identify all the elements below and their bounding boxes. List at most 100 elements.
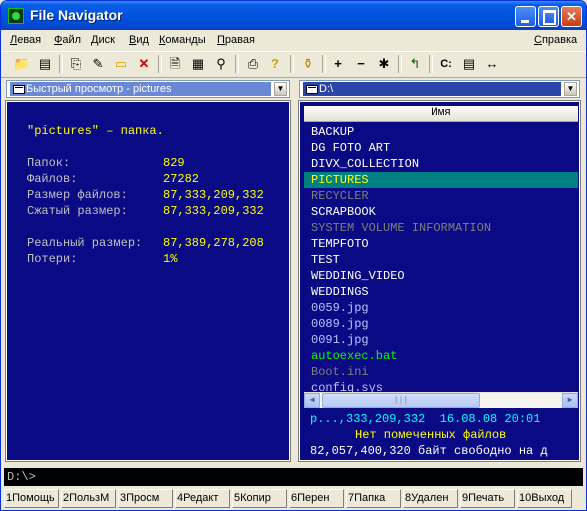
menu-view[interactable]: Вид <box>129 34 149 46</box>
file-info-status: p...,333,209,332 16.08.08 20:01 <box>310 412 541 426</box>
file-row[interactable]: WEDDINGS <box>304 284 578 300</box>
fkey-8-button[interactable]: 8Удален <box>403 489 458 508</box>
fkey-label: Редакт <box>183 492 219 504</box>
select-minus-icon[interactable]: − <box>352 55 370 73</box>
fkey-3-button[interactable]: 3Просм <box>118 489 173 508</box>
left-panel-header[interactable]: Быстрый просмотр - pictures ▼ <box>6 80 290 98</box>
drive-icon[interactable]: C: <box>437 55 455 73</box>
file-row[interactable]: autoexec.bat <box>304 348 578 364</box>
find-icon[interactable]: ⚲ <box>212 55 230 73</box>
menu-disk[interactable]: Диск <box>91 34 115 46</box>
stat-label: Файлов: <box>27 172 78 186</box>
stat-value: 27282 <box>163 172 200 186</box>
scroll-left-icon[interactable]: ◀ <box>304 393 320 408</box>
fkey-9-button[interactable]: 9Печать <box>460 489 515 508</box>
stat-label: Сжатый размер: <box>27 204 128 218</box>
fkey-number: 10 <box>519 492 532 504</box>
file-row-selected[interactable]: PICTURES <box>304 172 578 188</box>
toolbar-separator <box>429 55 433 73</box>
file-row[interactable]: DIVX_COLLECTION <box>304 156 578 172</box>
fkey-5-button[interactable]: 5Копир <box>232 489 287 508</box>
stat-value: 1% <box>163 252 178 266</box>
menu-file[interactable]: Файл <box>54 34 81 46</box>
select-plus-icon[interactable]: + <box>329 55 347 73</box>
command-prompt: D:\> <box>7 470 36 484</box>
fkey-2-button[interactable]: 2ПользМ <box>61 489 116 508</box>
fkey-label: Удален <box>411 492 449 504</box>
rename-icon[interactable]: ✎ <box>89 55 107 73</box>
file-list[interactable]: Имя BACKUP DG FOTO ART DIVX_COLLECTION PICT… <box>304 106 578 412</box>
toolbar-separator <box>398 55 402 73</box>
file-row[interactable]: SCRAPBOOK <box>304 204 578 220</box>
folder-icon[interactable]: ▭ <box>112 55 130 73</box>
menu-right[interactable]: Правая <box>217 34 255 46</box>
function-key-bar: 1Помощь 2ПользМ 3Просм 4Редакт 5Копир 6Перен 7… <box>4 489 583 509</box>
file-row[interactable]: BACKUP <box>304 124 578 140</box>
minimize-button[interactable] <box>515 6 536 27</box>
delete-icon[interactable]: ✕ <box>135 55 153 73</box>
copy-to-icon[interactable]: ⎘ <box>67 55 85 73</box>
file-row[interactable]: TEMPFOTO <box>304 236 578 252</box>
file-list-panel[interactable]: Имя BACKUP DG FOTO ART DIVX_COLLECTION PICT… <box>298 100 581 462</box>
free-space-status: 82,057,400,320 байт свободно на д <box>310 444 548 458</box>
title-bar[interactable]: File Navigator ✕ <box>1 1 586 30</box>
menu-commands[interactable]: Команды <box>159 34 206 46</box>
right-dropdown-arrow[interactable]: ▼ <box>564 82 577 96</box>
right-panel-drive: D:\ <box>303 82 561 96</box>
compress-icon[interactable]: ▦ <box>189 55 207 73</box>
right-panel-header[interactable]: D:\ ▼ <box>299 80 580 98</box>
window-icon <box>306 85 318 94</box>
new-folder-icon[interactable]: 📁 <box>13 55 31 73</box>
left-dropdown-arrow[interactable]: ▼ <box>274 82 287 96</box>
fkey-label: Выход <box>531 492 565 504</box>
stat-value: 87,333,209,332 <box>163 188 264 202</box>
toolbar-separator <box>235 55 239 73</box>
file-row[interactable]: 0059.jpg <box>304 300 578 316</box>
fkey-label: Просм <box>126 492 160 504</box>
quick-view-info: "pictures" – папка. <box>27 124 164 138</box>
toolbar-separator <box>290 55 294 73</box>
stat-value: 87,333,209,332 <box>163 204 264 218</box>
file-row[interactable]: WEDDING_VIDEO <box>304 268 578 284</box>
scroll-thumb[interactable]: ||| <box>322 393 480 408</box>
command-line[interactable]: D:\> <box>4 468 583 486</box>
swap-panels-icon[interactable]: ↔ <box>483 55 501 73</box>
parent-dir-icon[interactable]: ↰ <box>406 55 424 73</box>
column-header-name[interactable]: Имя <box>304 106 578 122</box>
fkey-10-button[interactable]: 10Выход <box>517 489 572 508</box>
fkey-label: Помощь <box>12 492 55 504</box>
file-row[interactable]: Boot.ini <box>304 364 578 380</box>
fkey-7-button[interactable]: 7Папка <box>346 489 401 508</box>
left-panel-title: Быстрый просмотр - pictures <box>10 82 271 96</box>
view-file-icon[interactable]: 🗎 <box>166 55 184 73</box>
maximize-button[interactable] <box>538 6 559 27</box>
file-row[interactable]: 0089.jpg <box>304 316 578 332</box>
quick-view-panel[interactable]: "pictures" – папка. Папок: 829 Файлов: 2… <box>5 100 291 462</box>
file-row[interactable]: 0091.jpg <box>304 332 578 348</box>
file-row[interactable]: SYSTEM VOLUME INFORMATION <box>304 220 578 236</box>
file-navigator-window: File Navigator ✕ Левая Файл Диск Вид Ком… <box>0 0 587 511</box>
stat-value: 829 <box>163 156 185 170</box>
panel-icon[interactable]: ▤ <box>460 55 478 73</box>
help-icon[interactable]: ? <box>266 55 284 73</box>
fkey-1-button[interactable]: 1Помощь <box>4 489 59 508</box>
menu-help[interactable]: Справка <box>534 34 577 46</box>
fkey-label: Печать <box>468 492 505 504</box>
fkey-4-button[interactable]: 4Редакт <box>175 489 230 508</box>
invert-selection-icon[interactable]: ✱ <box>375 55 393 73</box>
toolbar-separator <box>59 55 63 73</box>
menu-left[interactable]: Левая <box>10 34 41 46</box>
file-row[interactable]: RECYCLER <box>304 188 578 204</box>
select-icon[interactable]: ▤ <box>36 55 54 73</box>
file-row[interactable]: DG FOTO ART <box>304 140 578 156</box>
filter-icon[interactable]: ⚱ <box>299 55 317 73</box>
close-button[interactable]: ✕ <box>561 6 582 27</box>
fkey-6-button[interactable]: 6Перен <box>289 489 344 508</box>
window-title: File Navigator <box>30 7 123 23</box>
horizontal-scrollbar[interactable]: ◀ ||| ▶ <box>304 392 578 408</box>
fkey-label: Копир <box>240 492 271 504</box>
fkey-label: ПользМ <box>69 492 110 504</box>
scroll-right-icon[interactable]: ▶ <box>562 393 578 408</box>
print-icon[interactable]: ⎙ <box>244 55 262 73</box>
file-row[interactable]: TEST <box>304 252 578 268</box>
